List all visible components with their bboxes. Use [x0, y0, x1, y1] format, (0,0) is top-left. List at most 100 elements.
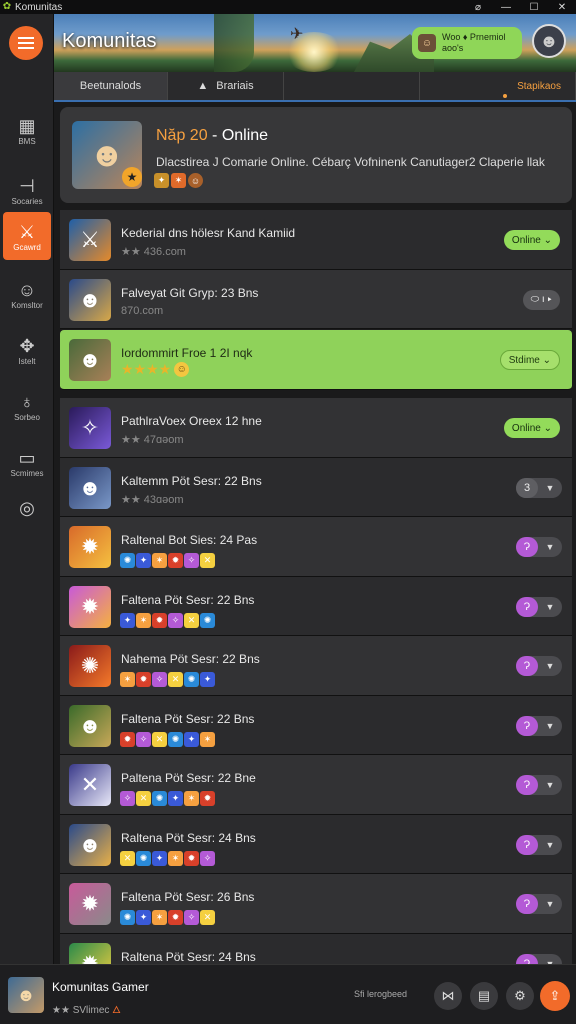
status-dropdown[interactable]: Online ⌄ [503, 418, 560, 438]
game-icon: ✧ [120, 791, 135, 806]
profile-avatar[interactable]: ☻ [532, 24, 566, 58]
sidebar-item-komsltor[interactable]: ☺ Komsltor [0, 270, 54, 318]
tab-stapikaos[interactable]: Stapikaos [420, 72, 576, 100]
sidebar-item-socaries[interactable]: ⊣ Socaries [0, 166, 54, 214]
game-icon: ✕ [120, 850, 135, 866]
list-item[interactable]: ✕ Paltena Pöt Sesr: 22 Bne ✧ ✕ ✺ ✦ ✶ ✹ Ɂ ▼ [60, 755, 572, 815]
count-badge: 3 [516, 477, 538, 498]
tab-brariais[interactable]: ▲ Brariais [168, 72, 284, 100]
clipboard-button[interactable]: ▤ [470, 982, 498, 1010]
user-avatar[interactable]: ☻ [8, 977, 44, 1013]
status-dropdown[interactable]: ⬭ ı ▸ [522, 289, 560, 310]
emoji-icon: ☺ [188, 173, 203, 188]
count-dropdown[interactable]: Ɂ ▼ [516, 596, 562, 617]
list-item-icons: ✶ ✹ ✧ ✕ ✺ ✦ [120, 672, 215, 687]
count-dropdown[interactable]: Ɂ ▼ [516, 775, 562, 795]
list-item-meta-text: ★★★★ [121, 361, 172, 377]
list-item-name: Faltena Pöt Sesr: 22 Bns [121, 711, 255, 726]
sidebar-item-sorbeo[interactable]: ♁ Sorbeo [0, 382, 54, 430]
minimize-button[interactable]: — [492, 0, 520, 14]
chevron-down-icon: ▼ [545, 542, 555, 552]
count-dropdown[interactable]: Ɂ ▼ [516, 834, 562, 855]
sidebar-item-label: Istelt [18, 356, 36, 366]
featured-title: Năp 20 - Online [156, 127, 268, 145]
sidebar-item-gcawrd[interactable]: ⚔ Gcawrd [3, 212, 51, 260]
count-badge: Ɂ [516, 656, 538, 676]
game-icon: ✦ [184, 731, 199, 747]
game-icon: ✧ [152, 672, 167, 687]
list-item-meta: ★★★★ ☺ [121, 361, 190, 378]
list-item[interactable]: ✹ Raltenal Bot Sies: 24 Pas ✺ ✦ ✶ ✹ ✧ ✕ Ɂ ▼ [60, 517, 572, 577]
gun-icon: ✹ [69, 883, 111, 925]
settings-button[interactable]: ⚙ [506, 982, 534, 1010]
chevron-down-icon: ▼ [545, 839, 555, 850]
list-item[interactable]: ☻ Faltena Pöt Sesr: 22 Bns ✹ ✧ ✕ ✺ ✦ ✶ Ɂ ▼ [60, 695, 572, 755]
sliders-icon: ⊣ [19, 175, 35, 196]
list-item[interactable]: ☻ Raltena Pöt Sesr: 24 Bns ✕ ✺ ✦ ✶ ✹ ✧ Ɂ ▼ [60, 814, 572, 874]
clipboard-icon: ▤ [477, 988, 491, 1003]
list-item-meta-text: ★★ 436.com [121, 246, 186, 258]
game-icon: ✧ [168, 612, 183, 628]
game-icon: ✹ [120, 731, 135, 747]
sidebar-item-target[interactable]: ◎ [0, 484, 54, 532]
game-icon: ✹ [168, 910, 183, 925]
game-icon: ✹ [152, 612, 167, 628]
game-icon: ✶ [171, 173, 186, 188]
sidebar-item-scmimes[interactable]: ▭ Scmimes [0, 438, 54, 486]
count-dropdown[interactable]: Ɂ ▼ [516, 656, 562, 676]
list-item[interactable]: ✧ PathlraVoex Oreex 12 hne ★★ 47ɑəom Online… [60, 398, 572, 458]
list-item-icons: ✦ ✶ ✹ ✧ ✕ ✺ [120, 612, 215, 628]
community-list: ⚔ Kederial dns hölesr Kand Kamiid ★★ 436.c… [60, 210, 572, 964]
list-item-name: Faltena Pöt Sesr: 22 Bns [121, 592, 255, 607]
game-icon: ✕ [168, 672, 183, 687]
count-dropdown[interactable]: Ɂ ▼ [516, 537, 562, 557]
game-icon: ✶ [120, 672, 135, 687]
promo-text: Woo ♦ Prnemiol aoo's [442, 32, 505, 54]
list-item[interactable]: ☻ Kaltemm Pöt Sesr: 22 Bns ★★ 43ɑəom 3 ▼ [60, 457, 572, 517]
share-button[interactable]: ⇪ [540, 981, 570, 1011]
list-item-meta: ★★ 43ɑəom [121, 493, 184, 506]
tab-empty[interactable] [284, 72, 420, 100]
promo-avatar-icon: ☺ [418, 34, 436, 52]
promo-badge[interactable]: ☺ Woo ♦ Prnemiol aoo's [412, 27, 522, 59]
sidebar-item-label: Socaries [11, 196, 43, 206]
sidebar-item-bms[interactable]: ▦ BMS [0, 106, 54, 154]
list-item[interactable]: ✹Raltena Pöt Sesr: 24 Bns✦✶✹✧✕✺Ɂ▼ [60, 933, 572, 964]
status-dropdown[interactable]: Online ⌄ [503, 230, 560, 250]
sidebar-item-istelt[interactable]: ✥ Istelt [0, 326, 54, 374]
count-dropdown[interactable]: 3 ▼ [516, 477, 562, 498]
list-item[interactable]: ⚔ Kederial dns hölesr Kand Kamiid ★★ 436.c… [60, 210, 572, 270]
featured-card[interactable]: ☻ ★ Năp 20 - Online Dlacstirea J Comarie… [60, 107, 572, 203]
soldier-icon: ☻ [69, 704, 111, 747]
link-icon[interactable]: ⌀ [464, 0, 492, 14]
list-item[interactable]: ✹ Faltena Pöt Sesr: 22 Bns ✦ ✶ ✹ ✧ ✕ ✺ Ɂ ▼ [60, 576, 572, 636]
game-icon: ✹ [200, 791, 215, 806]
list-item[interactable]: ✺ Nahema Pöt Sesr: 22 Bns ✶ ✹ ✧ ✕ ✺ ✦ Ɂ ▼ [60, 636, 572, 696]
window-title: Komunitas [15, 1, 63, 13]
list-item[interactable]: ☻ Iordommirt Froe 1 2I nqk ★★★★ ☺ Stdime ⌄ [60, 330, 572, 390]
game-icon: ✺ [120, 910, 135, 925]
maximize-button[interactable]: ☐ [520, 0, 548, 14]
hamburger-menu-button[interactable] [9, 26, 43, 60]
soldier-icon: ☻ [69, 823, 111, 866]
list-item-name: Raltena Pöt Sesr: 24 Bns [121, 949, 256, 964]
notification-icon: ♁ [20, 391, 34, 412]
user-icon: ☺ [17, 279, 37, 300]
tab-beetunalods[interactable]: Beetunalods [54, 72, 168, 100]
sword-icon: ✧ [69, 407, 111, 449]
emoji-icon: ☺ [174, 362, 190, 377]
list-item[interactable]: ☻ Falveyat Git Gryp: 23 Bns 870.com ⬭ ı ▸ [60, 269, 572, 329]
game-icon: ✺ [152, 791, 167, 806]
featured-title-prefix: Năp 20 [156, 127, 208, 144]
count-dropdown[interactable]: Ɂ ▼ [516, 894, 562, 914]
list-item-name: Faltena Pöt Sesr: 26 Bns [121, 890, 255, 904]
bottom-bar: ☻ Komunitas Gamer ★★ SVlimec 🜂 Sfi lerog… [0, 964, 576, 1024]
list-item-name: Paltena Pöt Sesr: 22 Bne [121, 771, 256, 785]
status-dropdown[interactable]: Stdime ⌄ [499, 350, 560, 370]
count-dropdown[interactable]: Ɂ ▼ [516, 953, 562, 964]
list-item[interactable]: ✹ Faltena Pöt Sesr: 26 Bns ✺ ✦ ✶ ✹ ✧ ✕ Ɂ ▼ [60, 874, 572, 934]
mute-button[interactable]: ⋈ [434, 982, 462, 1010]
game-icon: ✺ [168, 731, 183, 747]
close-button[interactable]: ✕ [548, 0, 576, 14]
count-dropdown[interactable]: Ɂ ▼ [516, 715, 562, 736]
